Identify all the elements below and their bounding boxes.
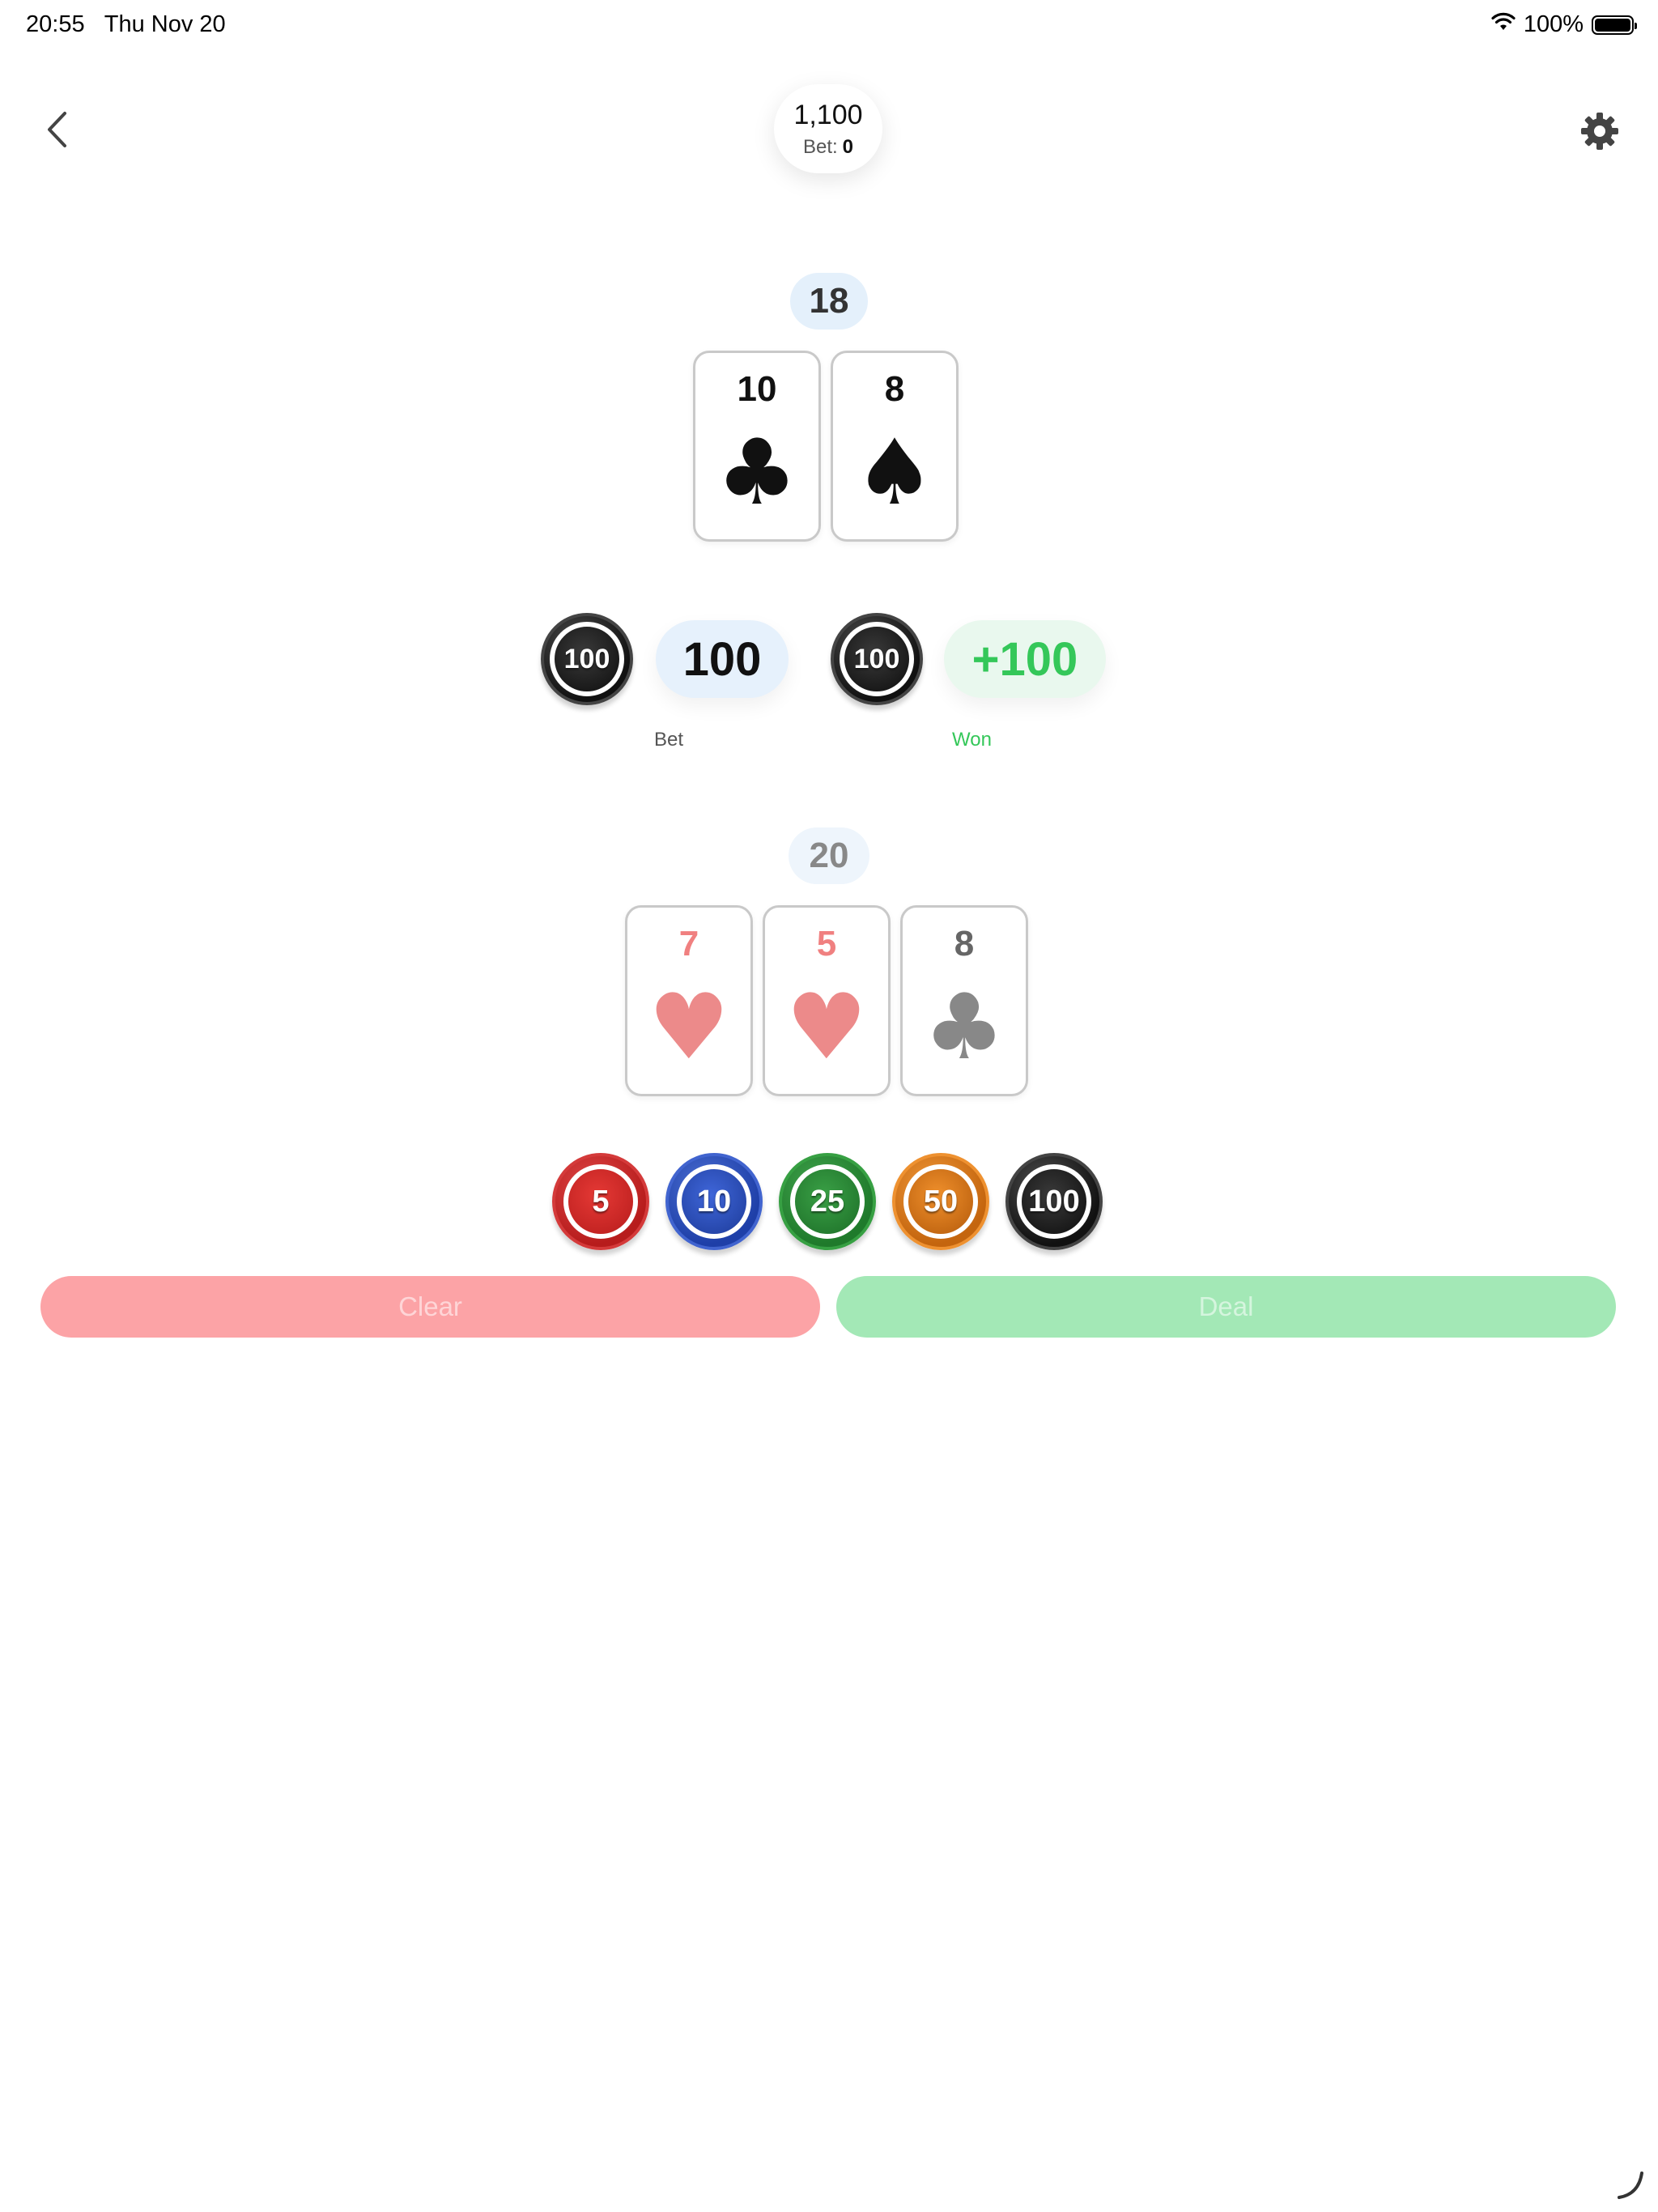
status-indicators: 100% [1491,11,1637,38]
hearts-icon: ♥ [785,975,868,1080]
hearts-icon: ♥ [648,975,730,1080]
balance-display: 1,100 Bet: 0 [774,84,882,173]
chip-value: 5 [563,1164,638,1239]
status-time: 20:55 Thu Nov 20 [26,11,226,38]
clubs-icon: ♣ [716,420,798,525]
card-rank: 5 [816,924,837,963]
player-card: 5 ♥ [763,905,891,1096]
won-label: Won [952,729,992,751]
back-chevron-icon [48,112,66,147]
player-card: 7 ♥ [625,905,753,1096]
current-bet-label: Bet: [802,135,838,158]
back-button[interactable] [32,105,81,154]
current-bet: Bet: 0 [803,136,853,159]
dealer-card: 10 ♣ [693,351,821,542]
chip-25-button[interactable]: 25 [779,1153,876,1250]
current-bet-value: 0 [842,135,854,158]
gear-icon [1581,113,1618,150]
chip-value: 25 [790,1164,865,1239]
chip-value: 10 [677,1164,751,1239]
corner-handle-icon [1618,2172,1643,2199]
player-card: 8 ♣ [900,905,1028,1096]
card-rank: 7 [678,924,699,963]
chip-100-button[interactable]: 100 [1005,1153,1103,1250]
bet-amount: 100 [656,620,789,698]
won-amount: +100 [944,620,1106,698]
battery-icon [1592,15,1637,35]
won-chip: 100 [831,613,923,705]
player-score: 20 [789,827,869,884]
deal-button[interactable]: Deal [836,1276,1616,1338]
dealer-card: 8 ♠ [831,351,959,542]
status-clock: 20:55 [26,11,85,37]
spades-icon: ♠ [853,420,936,525]
bet-chip: 100 [541,613,633,705]
battery-percent: 100% [1523,11,1584,37]
card-rank: 8 [954,924,975,963]
clear-button[interactable]: Clear [40,1276,820,1338]
card-rank: 10 [737,369,777,409]
chip-value: 100 [840,622,914,696]
chip-50-button[interactable]: 50 [892,1153,989,1250]
status-date: Thu Nov 20 [104,11,226,37]
chip-5-button[interactable]: 5 [552,1153,649,1250]
dealer-score: 18 [790,273,868,330]
settings-button[interactable] [1574,105,1626,157]
chip-value: 50 [903,1164,978,1239]
chip-value: 100 [550,622,624,696]
clubs-icon: ♣ [923,975,1005,1080]
chip-10-button[interactable]: 10 [665,1153,763,1250]
chip-value: 100 [1017,1164,1091,1239]
card-rank: 8 [884,369,905,409]
wifi-icon [1491,11,1516,38]
bet-label: Bet [654,729,684,751]
balance-amount: 1,100 [793,99,863,130]
